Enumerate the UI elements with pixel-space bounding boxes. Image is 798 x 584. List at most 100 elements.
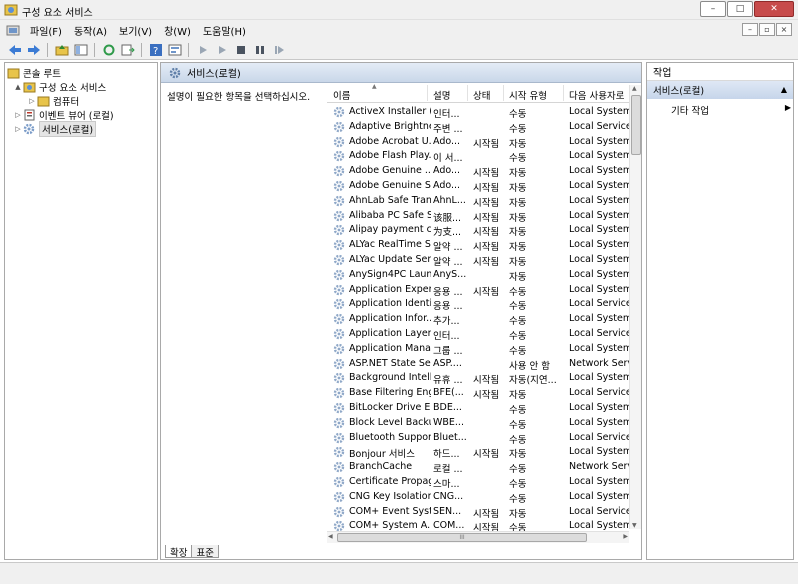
table-row[interactable]: Alibaba PC Safe S...该服... 시작됨 자동 Local Syst… [327,209,631,224]
mdi-minimize-button[interactable]: – [742,23,758,36]
table-row[interactable]: Adobe Acrobat U... Ado... 시작됨 자동 Local Syste… [327,135,631,150]
description-text: 설명이 필요한 항목을 선택하십시오. [167,92,311,103]
expand-arrow-icon[interactable]: ▷ [13,125,23,133]
table-row[interactable]: Adaptive Brightness주변 ... 수동 Local Service [327,120,631,135]
vertical-scrollbar[interactable]: ▲ ▼ [629,85,641,529]
tab-standard[interactable]: 표준 [191,545,219,559]
column-header-status[interactable]: 상태 [473,88,490,102]
forward-button[interactable] [25,42,42,58]
service-status: 시작됨 [473,390,500,402]
service-log-on-as: Local System [569,165,631,177]
service-description: 该服... [433,212,462,224]
help-button[interactable]: ? [147,42,164,58]
table-row[interactable]: AnySign4PC Laun...AnyS... 자동 Local System [327,268,631,283]
export-icon [121,44,135,55]
tree-item-component-services[interactable]: ▲ 구성 요소 서비스 [13,80,106,94]
column-header-startup-type[interactable]: 시작 유형 [509,88,547,102]
scroll-down-icon[interactable]: ▼ [632,522,637,529]
table-row[interactable]: BitLocker Drive E... BDE... 수동 Local System [327,401,631,416]
scroll-right-icon[interactable]: ▶ [623,533,628,540]
pause-service-button[interactable] [251,42,268,58]
stop-service-button[interactable] [232,42,249,58]
tree-item-services-local[interactable]: ▷ 서비스(로컬) [13,121,97,137]
expand-arrow-icon[interactable]: ▷ [13,111,23,119]
table-row[interactable]: Certificate Propag...스마... 수동 Local System [327,475,631,490]
tree-item-event-viewer[interactable]: ▷ 이벤트 뷰어 (로컬) [13,108,114,122]
service-name: AhnLab Safe Tran... [349,194,431,206]
up-level-button[interactable] [53,42,70,58]
restart-service-button[interactable] [270,42,287,58]
actions-title: 작업 [647,63,793,81]
services-pane-title: 서비스(로컬) [187,69,241,80]
refresh-button[interactable] [100,42,117,58]
play-icon [218,45,226,54]
mdi-close-button[interactable]: × [776,23,792,36]
table-row[interactable]: ALYac Update Ser... 알약 ... 시작됨 자동 Local Syst… [327,253,631,268]
table-row[interactable]: ALYac RealTime S... 알약 ... 시작됨 자동 Local Syst… [327,238,631,253]
table-row[interactable]: ActiveX Installer (...인터... 수동 Local Syste… [327,105,631,120]
table-row[interactable]: Background Intelli...유휴 ... 시작됨 자동(지연... Lo… [327,371,631,386]
service-log-on-as: Local System [569,239,631,251]
service-status: 시작됨 [473,168,500,180]
service-gear-icon [333,358,345,369]
show-tree-button[interactable] [72,42,89,58]
scroll-thumb[interactable]: III [337,533,587,542]
column-header-name[interactable]: 이름 [333,88,350,102]
scroll-up-icon[interactable]: ▲ [632,85,637,92]
service-log-on-as: Local System [569,135,631,147]
scroll-left-icon[interactable]: ◀ [328,533,333,540]
maximize-button[interactable]: □ [727,1,753,17]
table-row[interactable]: Application Mana... 그룹 ... 수동 Local System [327,342,631,357]
menu-action[interactable]: 동작(A) [68,23,113,38]
menu-window[interactable]: 창(W) [158,23,197,38]
table-row[interactable]: Alipay payment cl...为支... 시작됨 자동 Local Syst… [327,223,631,238]
tree-item-computers[interactable]: ▷ 컴퓨터 [27,94,79,108]
component-services-icon [23,82,36,93]
properties-button[interactable] [166,42,183,58]
table-row[interactable]: ASP.NET State Se... ASP.... 사용 안 함 Network … [327,357,631,372]
close-button[interactable]: ✕ [754,1,794,17]
export-list-button[interactable] [119,42,136,58]
expand-arrow-icon[interactable]: ▲ [13,83,23,91]
table-row[interactable]: Application Infor... 추가... 수동 Local System [327,312,631,327]
minimize-button[interactable]: – [700,1,726,17]
table-row[interactable]: Block Level Backu...WBE... 수동 Local System [327,416,631,431]
service-status: 시작됨 [473,197,500,209]
expand-arrow-icon[interactable]: ▷ [27,97,37,105]
table-row[interactable]: Application Identity응용 ... 수동 Local Servic… [327,297,631,312]
toolbar: ? [0,40,798,60]
horizontal-scrollbar[interactable]: ◀ III ▶ [327,531,629,543]
table-row[interactable]: Adobe Genuine ... Ado... 시작됨 자동 Local System [327,164,631,180]
menu-file[interactable]: 파일(F) [24,23,68,38]
window-title: 구성 요소 서비스 [22,8,93,19]
column-header-log-on-as[interactable]: 다음 사용자로 [569,88,624,102]
collapse-icon[interactable]: ▲ [781,85,787,94]
start-service-button[interactable] [194,42,211,58]
tab-extended[interactable]: 확장 [165,545,193,559]
menu-view[interactable]: 보기(V) [113,23,158,38]
pause-icon [255,45,264,54]
table-row[interactable]: Application Layer ...인터... 수동 Local Servic… [327,327,631,342]
table-row[interactable]: BranchCache 로컬 ... 수동 Network Servic [327,460,631,475]
column-header-description[interactable]: 설명 [433,88,450,102]
table-row[interactable]: CNG Key Isolation CNG... 수동 Local System [327,490,631,505]
tree-item-console-root[interactable]: 콘솔 루트 [7,66,61,80]
table-row[interactable]: COM+ Event Syst...SEN... 시작됨 자동 Local Servi… [327,505,631,520]
mdi-restore-button[interactable]: ▫ [759,23,775,36]
service-gear-icon [333,121,345,132]
actions-section-services[interactable]: 서비스(로컬) ▲ [647,81,793,99]
service-status: 시작됨 [473,286,500,298]
table-row[interactable]: Bonjour 서비스 하드... 시작됨 자동 Local System [327,445,631,460]
table-row[interactable]: Base Filtering Eng...BFE(... 시작됨 자동 Local S… [327,386,631,402]
menu-help[interactable]: 도움말(H) [197,23,252,38]
table-row[interactable]: Application Experi...응용 ... 시작됨 수동 Local Sy… [327,283,631,298]
table-row[interactable]: Adobe Flash Play... 이 서... 수동 Local System [327,149,631,164]
submenu-arrow-icon: ▶ [784,103,791,112]
table-row[interactable]: Bluetooth Suppor...Bluet... 수동 Local Servi… [327,431,631,446]
resume-service-button[interactable] [213,42,230,58]
back-button[interactable] [6,42,23,58]
table-row[interactable]: AhnLab Safe Tran...AhnL... 시작됨 자동 Local Sys… [327,194,631,209]
action-more-actions[interactable]: 기타 작업 ▶ [671,103,791,117]
scroll-thumb[interactable] [631,95,641,155]
table-row[interactable]: Adobe Genuine S... Ado... 시작됨 자동 Local Syste… [327,179,631,194]
